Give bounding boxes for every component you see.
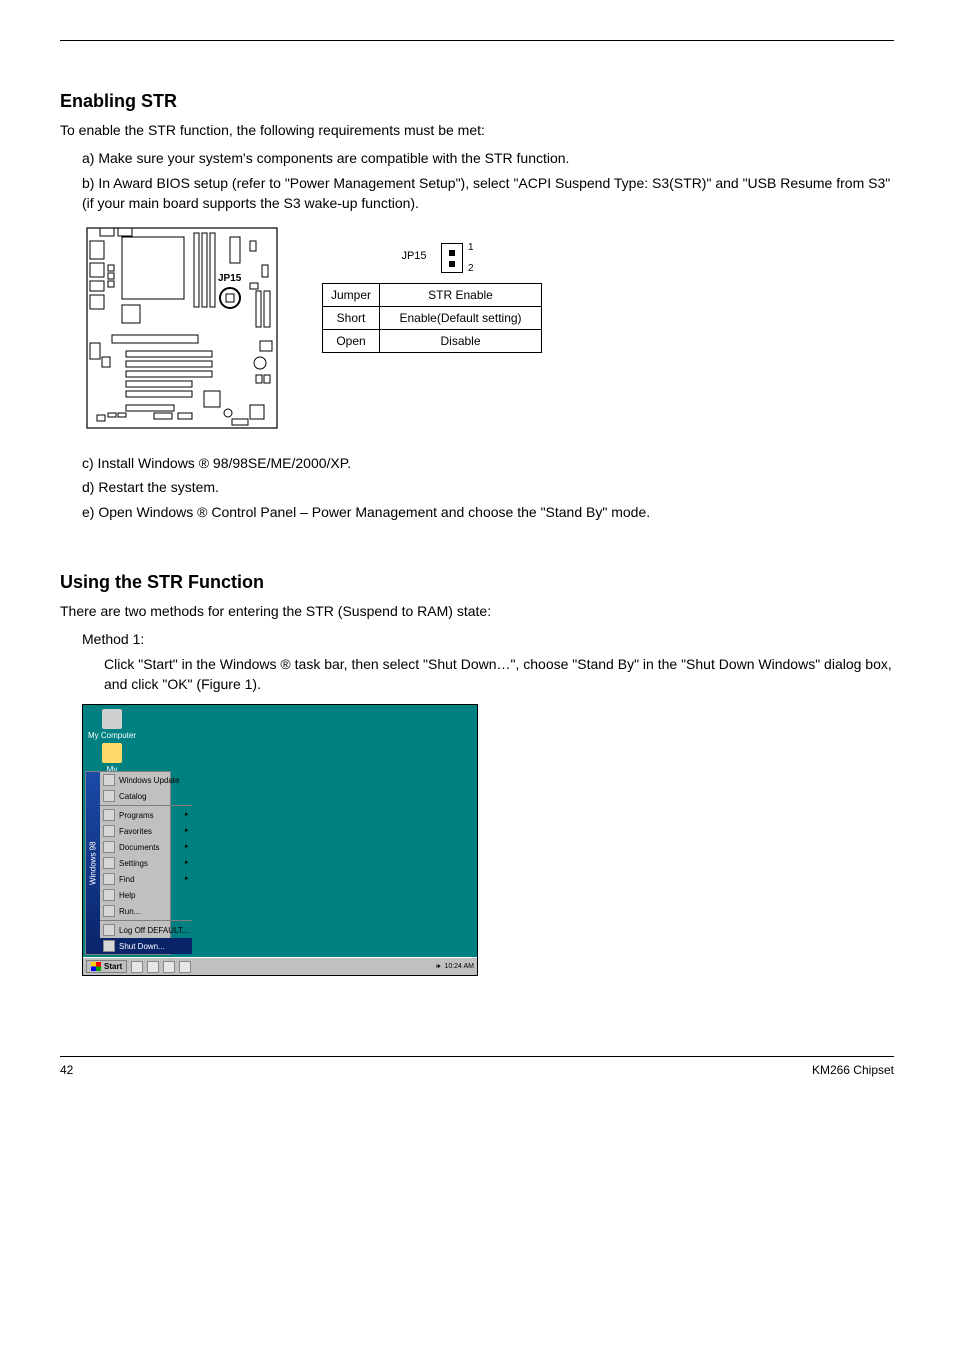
system-tray: 🕪 10:24 AM xyxy=(436,963,474,971)
chevron-right-icon: ▸ xyxy=(185,826,189,834)
jumper-pin-2-label: 2 xyxy=(468,263,474,274)
jumper-pin-2-square xyxy=(449,261,455,267)
chevron-right-icon: ▸ xyxy=(185,810,189,818)
documents-label: Documents xyxy=(119,843,159,852)
settings-label: Settings xyxy=(119,859,148,868)
jumper-table-r2c1: Open xyxy=(323,330,380,353)
globe-icon xyxy=(103,774,115,786)
use-str-intro: There are two methods for entering the S… xyxy=(60,601,894,621)
start-menu-item-programs[interactable]: Programs ▸ xyxy=(100,807,192,823)
jumper-table-r1c2: Enable(Default setting) xyxy=(380,307,542,330)
quick-launch-item-3[interactable] xyxy=(163,961,175,973)
start-menu-item-windows-update[interactable]: Windows Update xyxy=(100,772,192,788)
start-menu-separator-2 xyxy=(100,920,192,921)
desktop-icon-my-computer[interactable]: My Computer xyxy=(87,709,137,740)
method-1-instruction: Click "Start" in the Windows ® task bar,… xyxy=(104,654,894,695)
enable-step-c: c) Install Windows ® 98/98SE/ME/2000/XP. xyxy=(82,453,894,473)
favorites-label: Favorites xyxy=(119,827,152,836)
enable-str-intro: To enable the STR function, the followin… xyxy=(60,120,894,140)
start-menu-item-catalog[interactable]: Catalog xyxy=(100,788,192,804)
programs-icon xyxy=(103,809,115,821)
jumper-table-header-1: Jumper xyxy=(323,284,380,307)
key-icon xyxy=(103,924,115,936)
run-icon xyxy=(103,905,115,917)
windows-update-label: Windows Update xyxy=(119,776,179,785)
chevron-right-icon: ▸ xyxy=(185,874,189,882)
jumper-pin-1-label: 1 xyxy=(468,242,474,253)
horizontal-rule-top xyxy=(60,40,894,41)
jumper-table-header-2: STR Enable xyxy=(380,284,542,307)
motherboard-svg xyxy=(82,223,282,433)
search-icon xyxy=(103,873,115,885)
chevron-right-icon: ▸ xyxy=(185,842,189,850)
jumper-table: Jumper STR Enable Short Enable(Default s… xyxy=(322,283,542,353)
shut-down-label: Shut Down... xyxy=(119,942,165,951)
programs-label: Programs xyxy=(119,811,154,820)
quick-launch-item-2[interactable] xyxy=(147,961,159,973)
footer-chipset-label: KM266 Chipset xyxy=(812,1063,894,1077)
jumper-info-block: JP15 1 2 Jumper STR Enable Short Enable(… xyxy=(322,243,542,353)
help-label: Help xyxy=(119,891,135,900)
documents-icon xyxy=(103,841,115,853)
jumper-name-label: JP15 xyxy=(401,250,426,262)
start-menu[interactable]: Windows 98 Windows Update Catalog Progra… xyxy=(85,771,171,955)
jumper-pin-1-square xyxy=(449,250,455,256)
enable-step-a: a) Make sure your system's components ar… xyxy=(82,148,894,168)
jumper-pin-diagram: 1 2 xyxy=(441,243,463,273)
enabling-str-heading: Enabling STR xyxy=(60,91,894,112)
start-menu-item-shut-down[interactable]: Shut Down... xyxy=(100,938,192,954)
start-menu-item-favorites[interactable]: Favorites ▸ xyxy=(100,823,192,839)
start-menu-item-help[interactable]: Help xyxy=(100,887,192,903)
star-icon xyxy=(103,825,115,837)
question-icon xyxy=(103,889,115,901)
using-str-heading: Using the STR Function xyxy=(60,572,894,593)
start-menu-item-log-off[interactable]: Log Off DEFAULT... xyxy=(100,922,192,938)
start-menu-item-documents[interactable]: Documents ▸ xyxy=(100,839,192,855)
method-1-label: Method 1: xyxy=(82,629,894,649)
quick-launch-item-1[interactable] xyxy=(131,961,143,973)
chevron-right-icon: ▸ xyxy=(185,858,189,866)
book-icon xyxy=(103,790,115,802)
page-number: 42 xyxy=(60,1063,73,1077)
start-menu-item-run[interactable]: Run... xyxy=(100,903,192,919)
catalog-label: Catalog xyxy=(119,792,147,801)
start-menu-stripe: Windows 98 xyxy=(86,772,100,954)
run-label: Run... xyxy=(119,907,140,916)
find-label: Find xyxy=(119,875,135,884)
folder-icon xyxy=(102,743,122,763)
jumper-diagram-row: JP15 JP15 1 2 Jumper STR Enable Short xyxy=(82,223,894,433)
tray-volume-icon[interactable]: 🕪 xyxy=(436,963,440,971)
my-computer-label: My Computer xyxy=(88,731,136,740)
start-menu-item-find[interactable]: Find ▸ xyxy=(100,871,192,887)
jumper-table-r1c1: Short xyxy=(323,307,380,330)
start-menu-separator xyxy=(100,805,192,806)
gear-icon xyxy=(103,857,115,869)
log-off-label: Log Off DEFAULT... xyxy=(119,926,189,935)
jumper-marker-label: JP15 xyxy=(218,273,241,284)
motherboard-diagram: JP15 xyxy=(82,223,282,433)
windows-screenshot: My Computer My Documents Internet Explor… xyxy=(82,704,478,976)
start-menu-item-settings[interactable]: Settings ▸ xyxy=(100,855,192,871)
taskbar: Start 🕪 10:24 AM xyxy=(83,957,477,975)
quick-launch-item-4[interactable] xyxy=(179,961,191,973)
jumper-table-r2c2: Disable xyxy=(380,330,542,353)
power-icon xyxy=(103,940,115,952)
computer-icon xyxy=(102,709,122,729)
enable-step-b: b) In Award BIOS setup (refer to "Power … xyxy=(82,173,894,214)
taskbar-clock: 10:24 AM xyxy=(444,963,474,970)
enable-step-e: e) Open Windows ® Control Panel – Power … xyxy=(82,502,894,522)
windows-flag-icon xyxy=(91,962,101,971)
start-button-label: Start xyxy=(104,962,122,971)
start-button[interactable]: Start xyxy=(86,960,127,973)
enable-step-d: d) Restart the system. xyxy=(82,477,894,497)
